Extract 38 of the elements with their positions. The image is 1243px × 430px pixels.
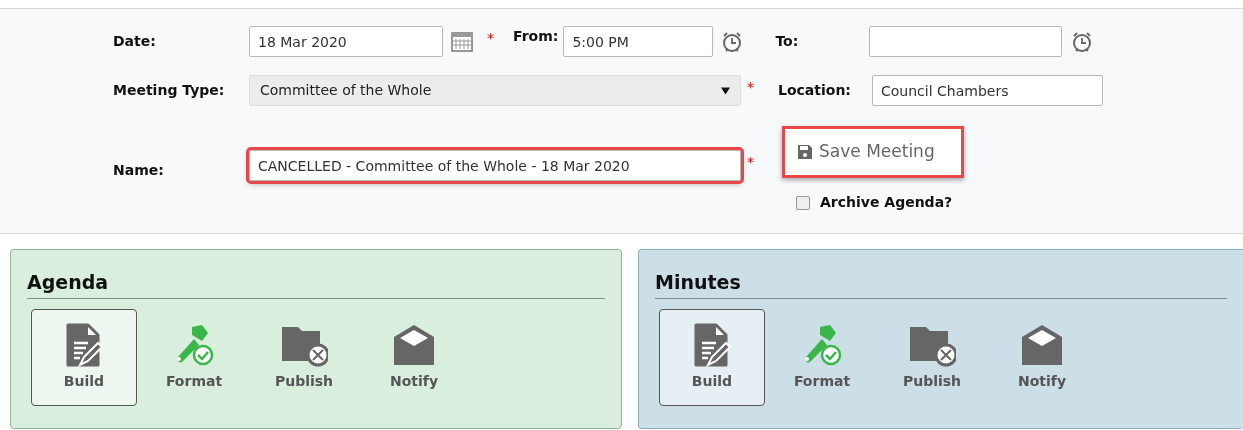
calendar-icon[interactable]	[451, 30, 473, 53]
field-label: Name:	[113, 161, 165, 180]
action-button[interactable]: Notify	[989, 308, 1095, 406]
input-field[interactable]: 18 Mar 2020	[249, 26, 443, 57]
panel-title: Minutes	[655, 268, 1227, 299]
input-field[interactable]: Council Chambers	[872, 75, 1103, 106]
required-marker: *	[487, 29, 495, 48]
field-label: Date:	[113, 32, 157, 51]
alarm-clock-icon[interactable]	[721, 30, 744, 53]
document-edit-icon	[64, 322, 104, 367]
envelope-icon	[392, 322, 436, 367]
document-edit-icon	[692, 322, 732, 367]
checkbox[interactable]	[796, 195, 810, 210]
required-marker: *	[747, 153, 755, 172]
alarm-clock-icon[interactable]	[1071, 30, 1094, 53]
save-button[interactable]: Save Meeting	[782, 126, 964, 178]
action-button[interactable]: Format	[141, 308, 247, 406]
action-button[interactable]: Build	[31, 308, 137, 406]
envelope-icon	[1020, 322, 1064, 367]
dropdown[interactable]: Committee of the Whole	[249, 75, 741, 106]
required-marker: *	[747, 78, 755, 97]
input-field[interactable]: 5:00 PM	[563, 26, 714, 57]
dropdown-value: Committee of the Whole	[260, 81, 432, 100]
field-label: From:	[513, 27, 559, 46]
action-button[interactable]: Publish	[879, 308, 985, 406]
save-icon	[797, 144, 813, 160]
field-label: To:	[775, 32, 800, 51]
action-button[interactable]: Notify	[361, 308, 467, 406]
checkbox-label: Archive Agenda?	[820, 193, 953, 212]
input-field[interactable]	[869, 26, 1063, 57]
input-field[interactable]: CANCELLED - Committee of the Whole - 18 Mar 2020	[249, 150, 741, 181]
action-button[interactable]: Build	[659, 308, 765, 406]
action-button[interactable]: Publish	[251, 308, 357, 406]
panel-title: Agenda	[27, 268, 605, 299]
field-label: Location:	[778, 81, 852, 100]
caret-icon[interactable]	[721, 86, 730, 95]
action-button[interactable]: Format	[769, 308, 875, 406]
field-label: Meeting Type:	[113, 81, 226, 100]
